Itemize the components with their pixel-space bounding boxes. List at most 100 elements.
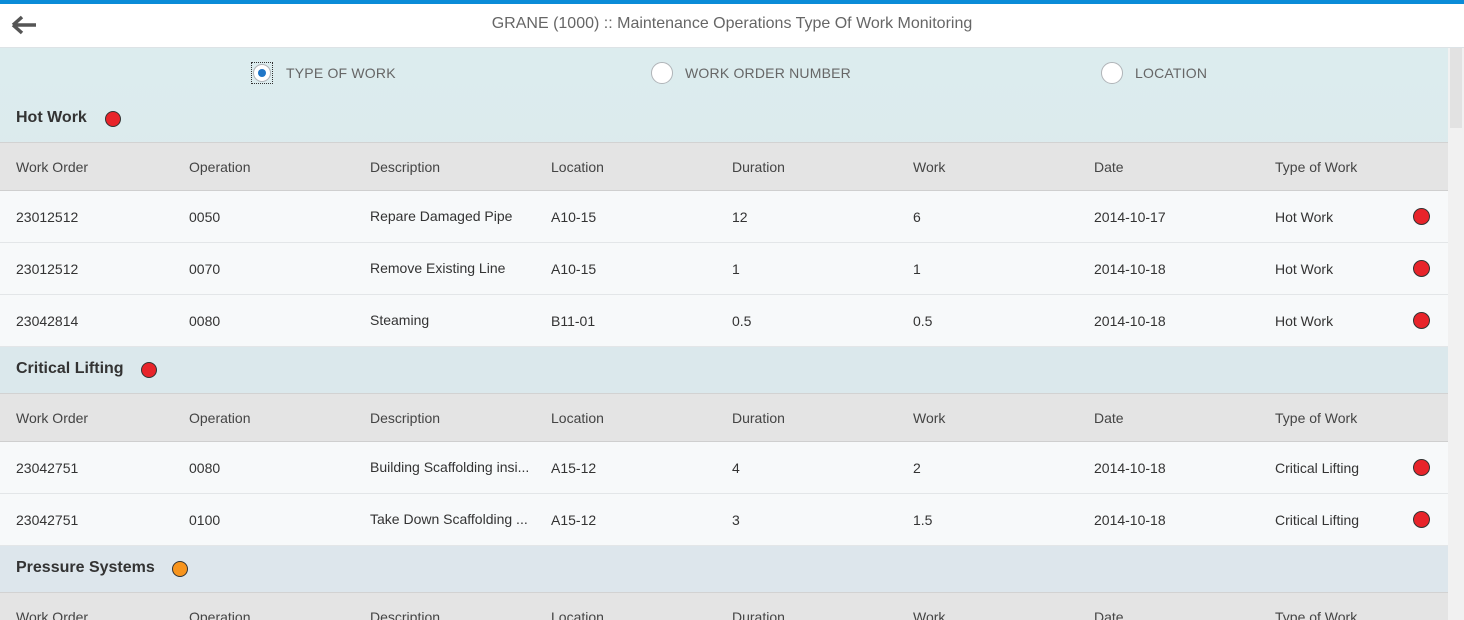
cell-description: Repare Damaged Pipe — [370, 208, 513, 224]
cell-description: Building Scaffolding insi... — [370, 459, 530, 475]
cell-duration: 3 — [732, 511, 740, 528]
cell-type: Hot Work — [1275, 312, 1334, 329]
column-header-type[interactable]: Type of Work — [1275, 394, 1405, 441]
radio-work-order-number[interactable]: WORK ORDER NUMBER — [651, 62, 851, 84]
group-header: Pressure Systems — [0, 546, 1448, 592]
cell-date: 2014-10-17 — [1094, 208, 1166, 225]
column-header-description[interactable]: Description — [370, 394, 542, 441]
table-row[interactable]: 23042751 0080 Building Scaffolding insi...… — [0, 442, 1448, 494]
status-indicator-icon — [105, 111, 121, 127]
focus-outline — [251, 62, 273, 84]
cell-duration: 12 — [732, 208, 748, 225]
cell-work-order: 23042751 — [16, 511, 79, 528]
cell-work-order: 23042751 — [16, 459, 79, 476]
column-header-row: Work Order Operation Description Location Du… — [0, 142, 1448, 191]
radio-location[interactable]: LOCATION — [1101, 62, 1207, 84]
column-header-work[interactable]: Work — [913, 593, 1088, 620]
radio-label: LOCATION — [1135, 65, 1208, 81]
radio-unchecked-icon[interactable] — [1101, 62, 1123, 84]
column-header-description[interactable]: Description — [370, 593, 542, 620]
cell-date: 2014-10-18 — [1094, 260, 1166, 277]
cell-location: A10-15 — [551, 208, 597, 225]
cell-duration: 4 — [732, 459, 740, 476]
radio-type-of-work[interactable]: TYPE OF WORK — [251, 62, 396, 84]
column-header-row: Work Order Operation Description Location Du… — [0, 592, 1448, 620]
column-header-duration[interactable]: Duration — [732, 394, 907, 441]
status-indicator-icon — [1413, 312, 1430, 329]
cell-location: A10-15 — [551, 260, 597, 277]
main-content: TYPE OF WORK WORK ORDER NUMBER LOCATION … — [0, 48, 1448, 620]
column-header-work-order[interactable]: Work Order — [16, 143, 186, 190]
column-header-work-order[interactable]: Work Order — [16, 394, 186, 441]
column-header-operation[interactable]: Operation — [189, 394, 364, 441]
radio-label: TYPE OF WORK — [286, 65, 396, 81]
group-title: Hot Work — [16, 109, 87, 126]
cell-work: 6 — [913, 208, 921, 225]
status-indicator-icon — [141, 362, 157, 378]
filter-radio-group: TYPE OF WORK WORK ORDER NUMBER LOCATION — [0, 48, 1448, 96]
cell-type: Critical Lifting — [1275, 511, 1360, 528]
cell-type: Hot Work — [1275, 208, 1334, 225]
column-header-duration[interactable]: Duration — [732, 143, 907, 190]
cell-description: Steaming — [370, 312, 430, 328]
group-title: Pressure Systems — [16, 559, 155, 576]
cell-operation: 0080 — [189, 312, 221, 329]
column-header-date[interactable]: Date — [1094, 143, 1269, 190]
column-header-date[interactable]: Date — [1094, 593, 1269, 620]
cell-date: 2014-10-18 — [1094, 511, 1166, 528]
cell-operation: 0080 — [189, 459, 221, 476]
cell-operation: 0050 — [189, 208, 221, 225]
table-row[interactable]: 23042814 0080 Steaming B11-01 0.5 0.5 2014-10-… — [0, 295, 1448, 347]
column-header-type[interactable]: Type of Work — [1275, 143, 1405, 190]
cell-type: Hot Work — [1275, 260, 1334, 277]
radio-unchecked-icon[interactable] — [651, 62, 673, 84]
status-indicator-icon — [1413, 459, 1430, 476]
scrollbar-thumb[interactable] — [1450, 48, 1462, 128]
status-indicator-icon — [1413, 208, 1430, 225]
table-row[interactable]: 23042751 0100 Take Down Scaffolding ... A15… — [0, 494, 1448, 546]
column-header-type[interactable]: Type of Work — [1275, 593, 1405, 620]
column-header-location[interactable]: Location — [551, 394, 726, 441]
cell-date: 2014-10-18 — [1094, 312, 1166, 329]
column-header-work[interactable]: Work — [913, 143, 1088, 190]
column-header-location[interactable]: Location — [551, 143, 726, 190]
cell-location: A15-12 — [551, 511, 597, 528]
group-title: Critical Lifting — [16, 360, 124, 377]
cell-description: Remove Existing Line — [370, 260, 506, 276]
cell-work: 0.5 — [913, 312, 933, 329]
cell-duration: 1 — [732, 260, 740, 277]
column-header-operation[interactable]: Operation — [189, 593, 364, 620]
table-row[interactable]: 23012512 0070 Remove Existing Line A10-15 1 1… — [0, 243, 1448, 295]
column-header-duration[interactable]: Duration — [732, 593, 907, 620]
cell-operation: 0100 — [189, 511, 221, 528]
vertical-scrollbar[interactable] — [1448, 48, 1464, 620]
table-row[interactable]: 23012512 0050 Repare Damaged Pipe A10-15 12 6… — [0, 191, 1448, 243]
radio-label: WORK ORDER NUMBER — [685, 65, 851, 81]
cell-location: A15-12 — [551, 459, 597, 476]
cell-work-order: 23012512 — [16, 208, 79, 225]
column-header-operation[interactable]: Operation — [189, 143, 364, 190]
status-indicator-icon — [1413, 511, 1430, 528]
group-header: Hot Work — [0, 96, 1448, 142]
status-indicator-icon — [1413, 260, 1430, 277]
cell-type: Critical Lifting — [1275, 459, 1360, 476]
cell-work: 1 — [913, 260, 921, 277]
cell-work-order: 23042814 — [16, 312, 79, 329]
column-header-work-order[interactable]: Work Order — [16, 593, 186, 620]
column-header-row: Work Order Operation Description Location Du… — [0, 393, 1448, 442]
status-indicator-icon — [172, 561, 188, 577]
column-header-date[interactable]: Date — [1094, 394, 1269, 441]
column-header-work[interactable]: Work — [913, 394, 1088, 441]
column-header-location[interactable]: Location — [551, 593, 726, 620]
column-header-description[interactable]: Description — [370, 143, 542, 190]
cell-date: 2014-10-18 — [1094, 459, 1166, 476]
cell-description: Take Down Scaffolding ... — [370, 511, 528, 527]
cell-work-order: 23012512 — [16, 260, 79, 277]
cell-operation: 0070 — [189, 260, 221, 277]
cell-work: 2 — [913, 459, 921, 476]
radio-checked-icon[interactable] — [253, 64, 271, 82]
cell-work: 1.5 — [913, 511, 933, 528]
cell-location: B11-01 — [551, 312, 596, 329]
group-header: Critical Lifting — [0, 347, 1448, 393]
cell-duration: 0.5 — [732, 312, 752, 329]
